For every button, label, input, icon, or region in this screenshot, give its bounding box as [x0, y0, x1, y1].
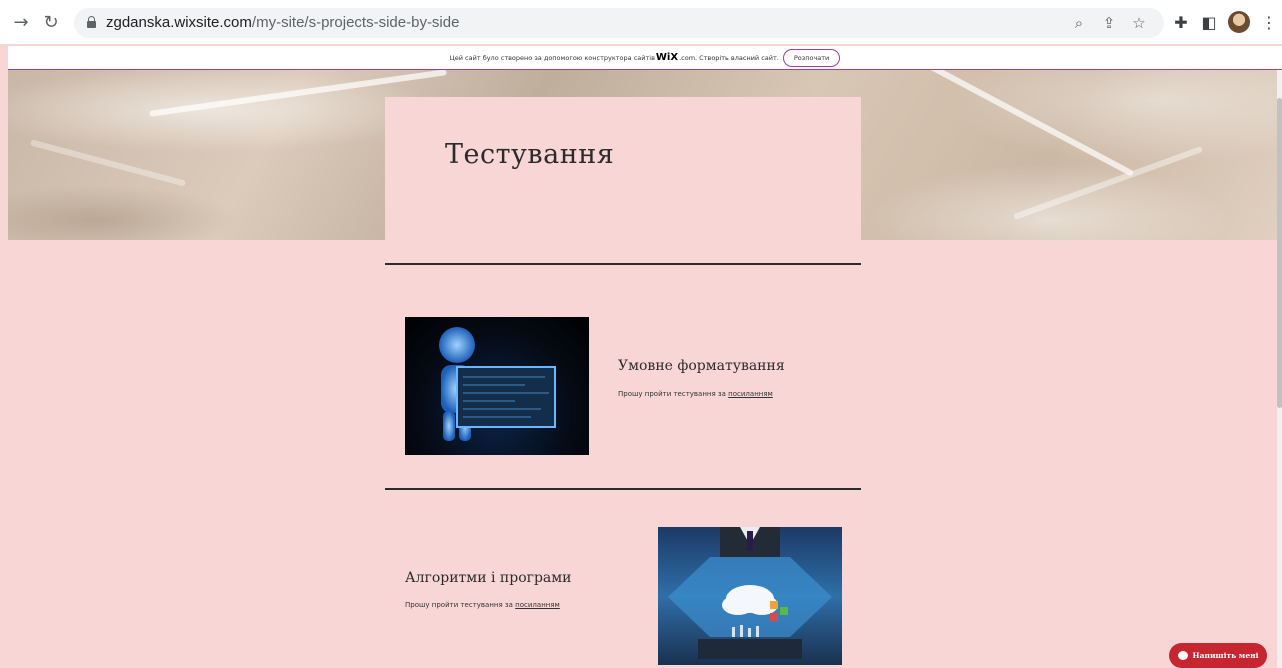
project-1-text: Прошу пройти тестування за посиланням: [618, 390, 773, 398]
browser-toolbar: → ↻ zgdanska.wixsite.com/my-site/s-proje…: [0, 0, 1282, 44]
chat-label: Напишіть мені: [1192, 651, 1259, 660]
page-scrollbar[interactable]: [1277, 70, 1282, 668]
chat-icon: [1177, 651, 1188, 660]
page-title: Тестування: [445, 139, 615, 170]
address-bar[interactable]: zgdanska.wixsite.com/my-site/s-projects-…: [74, 8, 1164, 38]
profile-avatar[interactable]: [1228, 11, 1250, 33]
project-1-text-label: Прошу пройти тестування за: [618, 390, 729, 398]
divider: [385, 263, 861, 265]
forward-icon[interactable]: →: [10, 11, 32, 33]
zoom-icon[interactable]: ⌕: [1068, 12, 1090, 34]
project-1-title: Умовне форматування: [618, 358, 785, 374]
wix-logo[interactable]: WiX: [656, 52, 678, 63]
project-1-link[interactable]: посиланням: [728, 390, 773, 398]
menu-icon[interactable]: ⋮: [1258, 11, 1280, 33]
lock-icon[interactable]: [87, 16, 96, 28]
project-2-link[interactable]: посиланням: [515, 601, 560, 609]
wix-banner: Цей сайт було створено за допомогою конс…: [8, 46, 1282, 70]
project-2-title: Алгоритми і програми: [405, 570, 572, 586]
project-2-image[interactable]: [658, 527, 842, 665]
url-path: /my-site/s-projects-side-by-side: [251, 14, 460, 31]
reload-icon[interactable]: ↻: [40, 11, 62, 33]
share-icon[interactable]: ⇪: [1098, 12, 1120, 34]
url-text[interactable]: zgdanska.wixsite.com/my-site/s-projects-…: [106, 14, 459, 31]
project-2-text-label: Прошу пройти тестування за: [405, 601, 516, 609]
scrollbar-thumb[interactable]: [1277, 98, 1282, 408]
chat-button[interactable]: Напишіть мені: [1169, 643, 1267, 668]
project-2-text: Прошу пройти тестування за посиланням: [405, 601, 560, 609]
url-host: zgdanska.wixsite.com: [106, 14, 252, 31]
project-1-image[interactable]: [405, 317, 589, 455]
wix-banner-text: Цей сайт було створено за допомогою конс…: [449, 53, 655, 62]
wix-banner-text-2: .com. Створіть власний сайт.: [679, 53, 779, 62]
title-card: Тестування: [385, 97, 861, 240]
sidepanel-icon[interactable]: ◧: [1198, 11, 1220, 33]
star-icon[interactable]: ☆: [1128, 12, 1150, 34]
extensions-icon[interactable]: ✚: [1170, 11, 1192, 33]
divider: [385, 488, 861, 490]
wix-start-button[interactable]: Розпочати: [782, 48, 841, 67]
